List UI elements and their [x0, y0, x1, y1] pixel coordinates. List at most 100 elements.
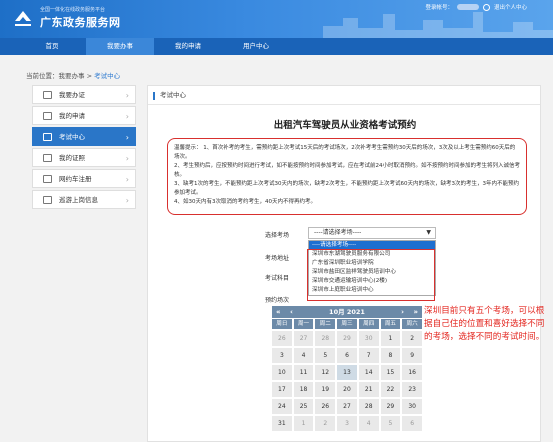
certificate-icon [43, 154, 52, 162]
calendar-day[interactable]: 11 [293, 365, 314, 380]
sidebar-item-my-certificates[interactable]: 我的证照 › [32, 148, 136, 167]
chevron-down-icon: ▼ [426, 229, 431, 236]
breadcrumb-prefix: 当前位置：我要办事 > [26, 72, 95, 80]
calendar-day[interactable]: 10 [272, 365, 292, 380]
weekday-header: 周四 [358, 319, 379, 329]
calendar-day[interactable]: 28 [315, 331, 336, 346]
date-picker: « ‹ 10月 2021 › » 周日 周一 周二 周三 周四 周五 周六 26 27 28 29 3… [272, 306, 422, 431]
calendar-day[interactable]: 23 [402, 382, 422, 397]
address-row: 考场地址 [260, 251, 460, 263]
chevron-right-icon: › [125, 133, 129, 142]
main-panel: 考试中心 出租汽车驾驶员从业资格考试预约 温馨提示： 1、首次补考的考生，需预约… [147, 85, 541, 442]
calendar-grid: 周日 周一 周二 周三 周四 周五 周六 26 27 28 29 30 1 2 3 4 5 6 7 8 9 10 11 12 1… [272, 319, 422, 431]
calendar-day[interactable]: 19 [315, 382, 336, 397]
calendar-day[interactable]: 6 [337, 348, 357, 363]
next-year-button[interactable]: » [413, 306, 418, 318]
exam-site-label: 选择考场 [265, 232, 290, 239]
sidebar-item-label: 网约车注册 [59, 175, 92, 183]
calendar-day[interactable]: 20 [337, 382, 357, 397]
calendar-day[interactable]: 6 [402, 416, 422, 431]
calendar-day[interactable]: 2 [402, 331, 422, 346]
calendar-day[interactable]: 13 [337, 365, 357, 380]
chevron-right-icon: › [125, 112, 129, 121]
calendar-day[interactable]: 30 [402, 399, 422, 414]
header-skyline-decoration [323, 12, 553, 38]
subject-label: 考试科目 [265, 275, 290, 282]
calendar-day[interactable]: 18 [293, 382, 314, 397]
calendar-title: 10月 2021 [329, 308, 365, 316]
sidebar: 我要办证 › 我的申请 › 考试中心 › 我的证照 › 网约车注册 › 巡游上岗… [32, 85, 136, 211]
calendar-day[interactable]: 1 [380, 331, 401, 346]
weekday-header: 周六 [402, 319, 422, 329]
document-icon [43, 112, 52, 120]
calendar-day[interactable]: 5 [315, 348, 336, 363]
calendar-day[interactable]: 3 [337, 416, 357, 431]
person-icon [43, 91, 52, 99]
nav-home[interactable]: 首页 [18, 38, 86, 55]
calendar-day[interactable]: 15 [380, 365, 401, 380]
calendar-day[interactable]: 27 [337, 399, 357, 414]
calendar-day[interactable]: 27 [293, 331, 314, 346]
chevron-right-icon: › [125, 154, 129, 163]
nav-services[interactable]: 我要办事 [86, 38, 154, 55]
calendar-day[interactable]: 30 [358, 331, 379, 346]
next-month-button[interactable]: › [401, 306, 404, 318]
calendar-day[interactable]: 31 [272, 416, 292, 431]
exam-icon [43, 133, 52, 141]
sidebar-item-label: 巡游上岗信息 [59, 196, 98, 204]
calendar-day[interactable]: 14 [358, 365, 379, 380]
calendar-day[interactable]: 21 [358, 382, 379, 397]
weekday-header: 周日 [272, 319, 292, 329]
calendar-day[interactable]: 5 [380, 416, 401, 431]
calendar-day[interactable]: 8 [380, 348, 401, 363]
calendar-day[interactable]: 26 [272, 331, 292, 346]
prev-month-button[interactable]: ‹ [290, 306, 293, 318]
calendar-day[interactable]: 29 [380, 399, 401, 414]
gov-logo-icon [15, 11, 31, 26]
brand-title: 广东政务服务网 [40, 16, 121, 29]
breadcrumb-current[interactable]: 考试中心 [94, 72, 120, 80]
main-nav: 首页 我要办事 我的申请 用户中心 [0, 38, 553, 55]
calendar-day[interactable]: 17 [272, 382, 292, 397]
sidebar-item-label: 我要办证 [59, 91, 85, 99]
annotation-note: 深圳目前只有五个考场，可以根据自己住的位置和喜好选择不同的考场，选择不同的考试时… [424, 306, 545, 342]
slot-label: 预约场次 [265, 297, 290, 304]
calendar-day[interactable]: 16 [402, 365, 422, 380]
calendar-header: « ‹ 10月 2021 › » [272, 306, 422, 318]
slot-row: 预约场次 [260, 293, 460, 305]
calendar-day[interactable]: 24 [272, 399, 292, 414]
id-card-icon [43, 196, 52, 204]
calendar-day[interactable]: 7 [358, 348, 379, 363]
nav-user-center[interactable]: 用户中心 [222, 38, 290, 55]
calendar-day[interactable]: 3 [272, 348, 292, 363]
prev-year-button[interactable]: « [276, 306, 281, 318]
chevron-right-icon: › [125, 91, 129, 100]
subject-row: 考试科目 [260, 271, 460, 283]
sidebar-item-apply-license[interactable]: 我要办证 › [32, 85, 136, 104]
calendar-day[interactable]: 26 [315, 399, 336, 414]
calendar-day[interactable]: 28 [358, 399, 379, 414]
sidebar-item-ride-hailing-registration[interactable]: 网约车注册 › [32, 169, 136, 188]
calendar-day[interactable]: 29 [337, 331, 357, 346]
notice-line: 4、如30天内有3次取消的考约考生，40天内不得再约考。 [174, 199, 316, 205]
sidebar-item-exam-center[interactable]: 考试中心 › [32, 127, 136, 146]
calendar-day[interactable]: 4 [293, 348, 314, 363]
calendar-day[interactable]: 12 [315, 365, 336, 380]
exam-site-select[interactable]: ----请选择考场---- ▼ [308, 227, 436, 239]
site-header: 全国一体化在线政务服务平台 广东政务服务网 登录帐号： 退出个人中心 [0, 0, 553, 38]
calendar-day[interactable]: 9 [402, 348, 422, 363]
calendar-day[interactable]: 25 [293, 399, 314, 414]
calendar-day[interactable]: 4 [358, 416, 379, 431]
notice-line: 3、缺考1次的考生，不能预约距上次考试30天内的场次，缺考2次考生，不能预约距上… [174, 181, 519, 196]
sidebar-item-cruise-taxi-info[interactable]: 巡游上岗信息 › [32, 190, 136, 209]
sidebar-item-my-applications[interactable]: 我的申请 › [32, 106, 136, 125]
calendar-day[interactable]: 2 [315, 416, 336, 431]
sidebar-item-label: 考试中心 [59, 133, 85, 141]
sidebar-item-label: 我的证照 [59, 154, 85, 162]
calendar-day[interactable]: 1 [293, 416, 314, 431]
calendar-day[interactable]: 22 [380, 382, 401, 397]
chevron-right-icon: › [125, 175, 129, 184]
nav-my-applications[interactable]: 我的申请 [154, 38, 222, 55]
notice-line: 温馨提示： 1、首次补考的考生，需预约距上次考试15天后的考试场次，2次补考考生… [174, 145, 516, 160]
section-title: 考试中心 [148, 86, 540, 105]
